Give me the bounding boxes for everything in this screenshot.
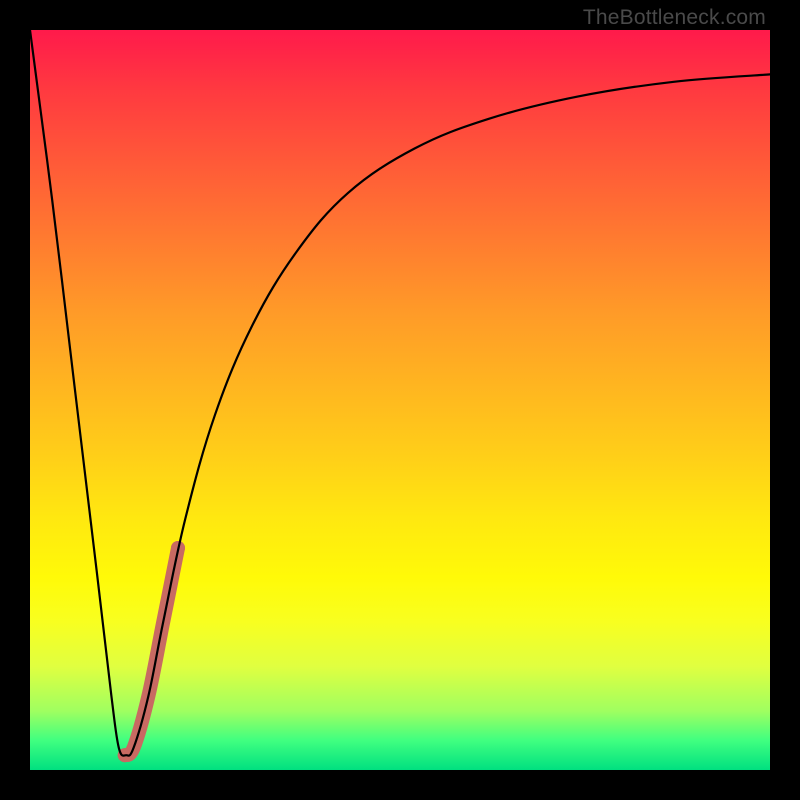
chart-svg [30,30,770,770]
watermark-text: TheBottleneck.com [583,6,766,30]
highlight-segment [125,548,178,755]
bottleneck-curve [30,30,770,756]
chart-frame: TheBottleneck.com [0,0,800,800]
plot-area [30,30,770,770]
